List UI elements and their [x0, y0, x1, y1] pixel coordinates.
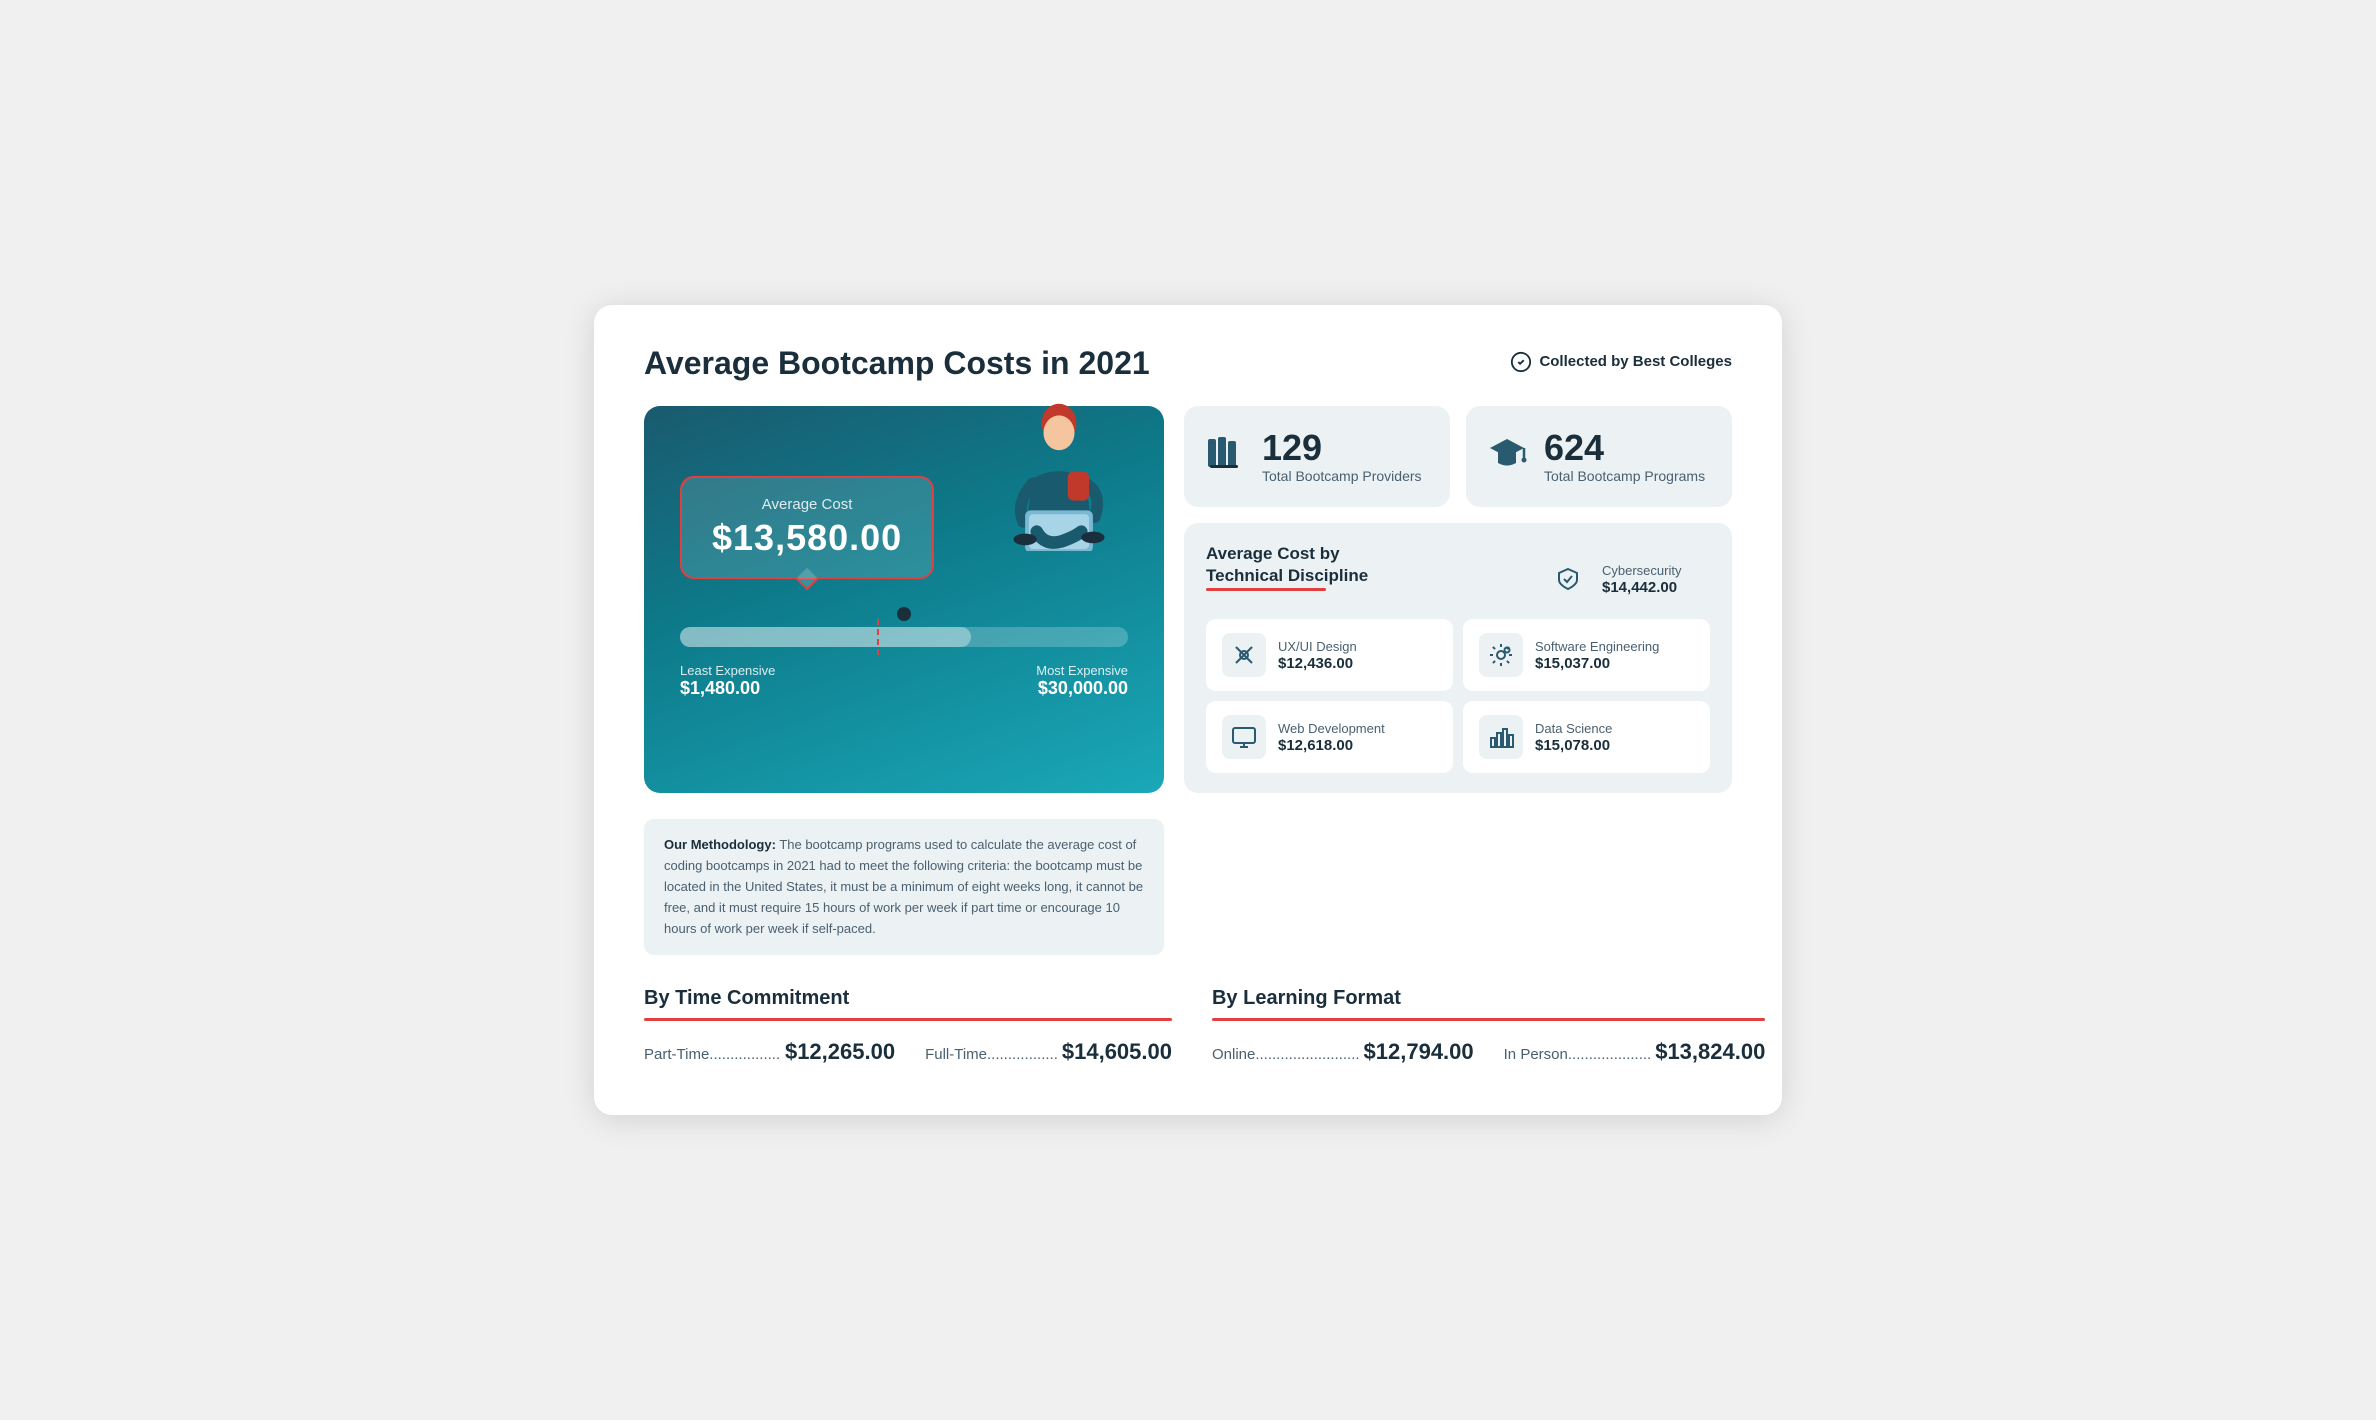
methodology-bold: Our Methodology:	[664, 837, 776, 852]
avg-cost-bubble: Average Cost $13,580.00	[680, 476, 934, 579]
most-expensive: Most Expensive $30,000.00	[1036, 663, 1128, 699]
discipline-card: Average Cost byTechnical Discipline C	[1184, 523, 1732, 793]
full-time-item: Full-Time ........................ $14,6…	[925, 1039, 1172, 1065]
gear-icon	[1479, 633, 1523, 677]
discipline-cybersecurity: Cybersecurity $14,442.00	[1530, 543, 1710, 615]
gauge-dot	[897, 607, 911, 621]
graduation-icon	[1486, 431, 1528, 482]
chart-icon	[1479, 715, 1523, 759]
shield-icon	[1546, 557, 1590, 601]
learning-format-title: By Learning Format	[1212, 987, 1765, 1010]
gauge-track	[680, 627, 1128, 647]
main-card: Average Bootcamp Costs in 2021 Collected…	[594, 305, 1782, 1116]
bottom-section: By Time Commitment Part-Time ...........…	[644, 987, 1732, 1065]
providers-stat: 129 Total Bootcamp Providers	[1184, 406, 1450, 508]
time-commitment-title: By Time Commitment	[644, 987, 1172, 1010]
discipline-web: Web Development $12,618.00	[1206, 701, 1453, 773]
design-icon	[1222, 633, 1266, 677]
methodology-row: Our Methodology: The bootcamp programs u…	[644, 813, 1732, 955]
discipline-software: Software Engineering $15,037.00	[1463, 619, 1710, 691]
online-item: Online ......................... $12,794…	[1212, 1039, 1474, 1065]
time-divider	[644, 1018, 1172, 1021]
time-row: Part-Time ......................... $12,…	[644, 1039, 1172, 1065]
header: Average Bootcamp Costs in 2021 Collected…	[644, 345, 1732, 382]
right-section: 129 Total Bootcamp Providers	[1184, 406, 1732, 794]
gauge-dashed-line	[877, 619, 879, 655]
methodology-box: Our Methodology: The bootcamp programs u…	[644, 819, 1164, 955]
discipline-data: Data Science $15,078.00	[1463, 701, 1710, 773]
discipline-title: Average Cost byTechnical Discipline	[1206, 543, 1520, 587]
discipline-header: Average Cost byTechnical Discipline C	[1206, 543, 1710, 615]
discipline-uxui: UX/UI Design $12,436.00	[1206, 619, 1453, 691]
shield-check-icon	[1510, 351, 1532, 373]
in-person-item: In Person ........................ $13,8…	[1504, 1039, 1766, 1065]
discipline-divider	[1206, 588, 1326, 591]
top-section: Average Cost $13,580.00 Least Expensive …	[644, 406, 1732, 794]
person-illustration	[994, 396, 1134, 556]
format-row: Online ......................... $12,794…	[1212, 1039, 1765, 1065]
programs-stat: 624 Total Bootcamp Programs	[1466, 406, 1732, 508]
programs-stat-text: 624 Total Bootcamp Programs	[1544, 428, 1705, 486]
page-title: Average Bootcamp Costs in 2021	[644, 345, 1150, 382]
discipline-grid: UX/UI Design $12,436.00	[1206, 619, 1710, 773]
part-time-item: Part-Time ......................... $12,…	[644, 1039, 895, 1065]
learning-format-col: By Learning Format Online ..............…	[1212, 987, 1765, 1065]
gauge-bar-area: Least Expensive $1,480.00 Most Expensive…	[680, 607, 1128, 699]
gauge-labels: Least Expensive $1,480.00 Most Expensive…	[680, 663, 1128, 699]
monitor-icon	[1222, 715, 1266, 759]
time-commitment-col: By Time Commitment Part-Time ...........…	[644, 987, 1172, 1065]
collected-by: Collected by Best Colleges	[1510, 351, 1732, 373]
least-expensive: Least Expensive $1,480.00	[680, 663, 775, 699]
format-divider	[1212, 1018, 1765, 1021]
gauge-fill	[680, 627, 971, 647]
providers-stat-text: 129 Total Bootcamp Providers	[1262, 428, 1422, 486]
gauge-card: Average Cost $13,580.00 Least Expensive …	[644, 406, 1164, 794]
stats-row: 129 Total Bootcamp Providers	[1184, 406, 1732, 508]
books-icon	[1204, 431, 1246, 482]
